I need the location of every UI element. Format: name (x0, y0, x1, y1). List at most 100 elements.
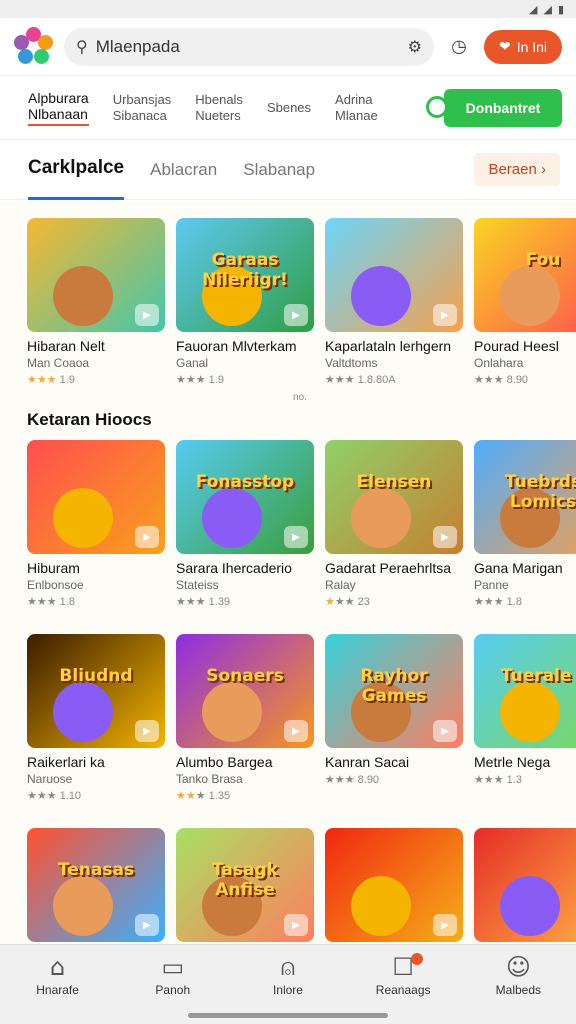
thumbnail-title: Tenasas (57, 860, 135, 880)
game-card[interactable]: Rayhor Games ▶ Kanran Sacai ★★★ 8.90 (325, 634, 463, 802)
game-title: Pourad Heesl (474, 338, 559, 354)
download-button[interactable]: Donbantret (426, 88, 562, 127)
thumbnail-title: Tuebrds Lomics (504, 472, 576, 512)
game-thumbnail[interactable]: Garaas Nileriigr! ▶ (176, 218, 314, 332)
game-thumbnail[interactable]: Fou▶ (474, 218, 576, 332)
game-thumbnail[interactable]: Fonasstop ▶ (176, 440, 314, 554)
game-thumbnail[interactable]: Sonaers ▶ (176, 634, 314, 748)
character-illustration (53, 488, 113, 548)
game-thumbnail[interactable]: Tasagk Anfise ▶ (176, 828, 314, 942)
clock-icon[interactable]: ◷ (444, 32, 474, 62)
character-illustration (351, 488, 411, 548)
game-card[interactable]: Tuebrds Lomics▶ Gana Marigan Panne ★★★ 1.8 (474, 440, 576, 608)
category-item[interactable]: Alpburara Nlbanaan (28, 90, 89, 126)
game-thumbnail[interactable]: ▶ (27, 440, 165, 554)
game-card[interactable]: Tenasas ▶ (27, 828, 165, 944)
game-subtitle: Onlahara (474, 356, 524, 370)
play-icon[interactable]: ▶ (284, 526, 308, 548)
game-title: Gana Marigan (474, 560, 563, 576)
thumbnail-title: Elensen (356, 472, 432, 492)
game-rating: ★★★ 1.9 (27, 374, 75, 386)
game-thumbnail[interactable]: Tenasas ▶ (27, 828, 165, 942)
category-row: Alpburara Nlbanaan Urbansjas Sibanaca Hb… (0, 76, 576, 140)
thumbnail-title: Garaas Nileriigr! (202, 250, 288, 290)
play-icon[interactable]: ▶ (433, 914, 457, 936)
thumbnail-title: Sonaers (206, 666, 284, 686)
tab-third[interactable]: Slabanap (243, 140, 315, 200)
game-rating: ★★★ 23 (325, 596, 370, 608)
play-icon[interactable]: ▶ (433, 304, 457, 326)
game-subtitle: Enlbonsoe (27, 578, 84, 592)
play-icon[interactable]: ▶ (135, 720, 159, 742)
signal-icon: ◢ (529, 2, 538, 16)
content-area[interactable]: ▶ Hibaran Nelt Man Coaoa ★★★ 1.9 Garaas Nile… (0, 202, 576, 944)
character-illustration (53, 266, 113, 326)
notification-badge (411, 953, 424, 965)
game-card[interactable]: ▶ Kaparlataln lerhgern Valtdtoms ★★★ 1.8.80… (325, 218, 463, 386)
game-subtitle: Man Coaoa (27, 356, 90, 370)
tab-bar: Carklpalce Ablacran Slabanap Beraen › (0, 140, 576, 200)
thumbnail-title: Tuerale ! (500, 666, 576, 686)
game-thumbnail[interactable]: Tuerale !▶ (474, 634, 576, 748)
play-icon[interactable]: ▶ (284, 720, 308, 742)
play-icon[interactable]: ▶ (135, 526, 159, 548)
game-rating: ★★★ 1.3 (474, 774, 522, 786)
game-thumbnail[interactable]: ▶ (474, 828, 576, 942)
game-thumbnail[interactable]: ▶ (325, 828, 463, 942)
game-title: Hibaran Nelt (27, 338, 105, 354)
nav-home[interactable]: ⌂ Hnarafe (8, 953, 108, 1024)
game-card[interactable]: Fou▶ Pourad Heesl Onlahara ★★★ 8.90 (474, 218, 576, 386)
play-icon[interactable]: ▶ (284, 914, 308, 936)
game-title: Kanran Sacai (325, 754, 410, 770)
tab-second[interactable]: Ablacran (150, 140, 217, 200)
category-item[interactable]: Sbenes (267, 100, 311, 116)
game-thumbnail[interactable]: Rayhor Games ▶ (325, 634, 463, 748)
game-card[interactable]: Elensen ▶ Gadarat Peraehrltsa Ralay ★★★ 23 (325, 440, 463, 608)
category-item[interactable]: Urbansjas Sibanaca (113, 92, 172, 124)
bell-icon: ⍝ (280, 953, 296, 981)
see-more-link[interactable]: Beraen › (474, 153, 560, 186)
game-rating: ★★★ 1.39 (176, 596, 231, 608)
game-card[interactable]: ▶ (325, 828, 463, 944)
play-icon[interactable]: ▶ (433, 526, 457, 548)
play-icon[interactable]: ▶ (135, 304, 159, 326)
game-title: Kaparlataln lerhgern (325, 338, 452, 354)
game-rating: ★★★ 8.90 (474, 374, 529, 386)
inbox-icon: ☐ (353, 953, 453, 983)
play-icon[interactable]: ▶ (284, 304, 308, 326)
game-card[interactable]: Garaas Nileriigr! ▶ Fauoran Mlvterkam Ganal… (176, 218, 314, 386)
game-card[interactable]: ▶ (474, 828, 576, 944)
search-input[interactable] (95, 36, 400, 57)
game-subtitle: Tanko Brasa (176, 772, 243, 786)
thumbnail-title: Rayhor Games (360, 666, 428, 706)
game-card[interactable]: Sonaers ▶ Alumbo Bargea Tanko Brasa ★★★ 1.35 (176, 634, 314, 802)
app-logo-icon[interactable] (14, 26, 54, 67)
game-card[interactable]: Fonasstop ▶ Sarara Ihercaderio Stateiss ★★★ … (176, 440, 314, 608)
game-card[interactable]: ▶ Hibaran Nelt Man Coaoa ★★★ 1.9 (27, 218, 165, 386)
game-card[interactable]: Tasagk Anfise ▶ (176, 828, 314, 944)
star-icon: ★★ (176, 790, 196, 802)
game-title: Metrle Nega (474, 754, 551, 770)
game-thumbnail[interactable]: ▶ (325, 218, 463, 332)
search-bar[interactable]: ⚲ ⚙ (64, 27, 434, 66)
settings-icon[interactable]: ⚙ (408, 37, 422, 56)
game-rating: ★★★ 1.9 (176, 374, 224, 386)
game-thumbnail[interactable]: Elensen ▶ (325, 440, 463, 554)
category-item[interactable]: Adrina Mlanae (335, 92, 378, 124)
game-thumbnail[interactable]: Tuebrds Lomics▶ (474, 440, 576, 554)
game-row: ▶ Hibaran Nelt Man Coaoa ★★★ 1.9 Garaas Nile… (0, 218, 576, 386)
game-subtitle: Valtdtoms (325, 356, 378, 370)
play-icon[interactable]: ▶ (433, 720, 457, 742)
game-subtitle: Ralay (325, 578, 356, 592)
nav-profile[interactable]: ☺ Malbeds (468, 953, 568, 1024)
tab-featured[interactable]: Carklpalce (28, 140, 125, 200)
profile-button[interactable]: ❤ In Ini (484, 29, 562, 64)
play-icon[interactable]: ▶ (135, 914, 159, 936)
category-item[interactable]: Hbenals Nueters (195, 92, 243, 124)
game-card[interactable]: Bliudnd ▶ Raikerlari ka Naruose ★★★ 1.10 (27, 634, 165, 802)
game-card[interactable]: ▶ Hiburam Enlbonsoe ★★★ 1.8 (27, 440, 165, 608)
game-thumbnail[interactable]: Bliudnd ▶ (27, 634, 165, 748)
game-title: Sarara Ihercaderio (176, 560, 292, 576)
game-card[interactable]: Tuerale !▶ Metrle Nega ★★★ 1.3 (474, 634, 576, 802)
game-thumbnail[interactable]: ▶ (27, 218, 165, 332)
